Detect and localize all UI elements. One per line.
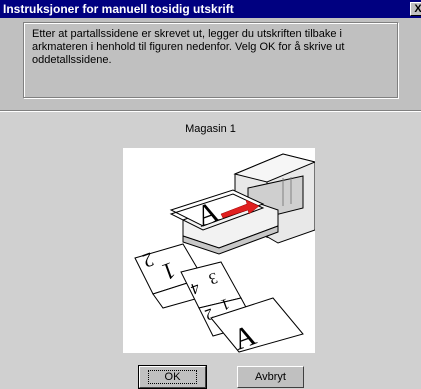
tray-label: Magasin 1 [185,123,236,135]
window-title: Instruksjoner for manuell tosidig utskri… [3,2,234,16]
cancel-button-label: Avbryt [255,371,286,383]
instruction-text: Etter at partallssidene er skrevet ut, l… [32,28,345,66]
close-icon: X [414,3,421,15]
ok-button[interactable]: OK [138,365,207,389]
cancel-button[interactable]: Avbryt [237,366,304,388]
window-title-bar: Instruksjoner for manuell tosidig utskri… [0,0,421,18]
printer-illustration-svg: A 1 2 3 4 1 2 A [134,153,317,357]
close-button[interactable]: X [410,2,421,16]
printer-illustration: A 1 2 3 4 1 2 A [123,148,317,357]
ok-button-label: OK [147,370,198,384]
divider [0,110,421,112]
